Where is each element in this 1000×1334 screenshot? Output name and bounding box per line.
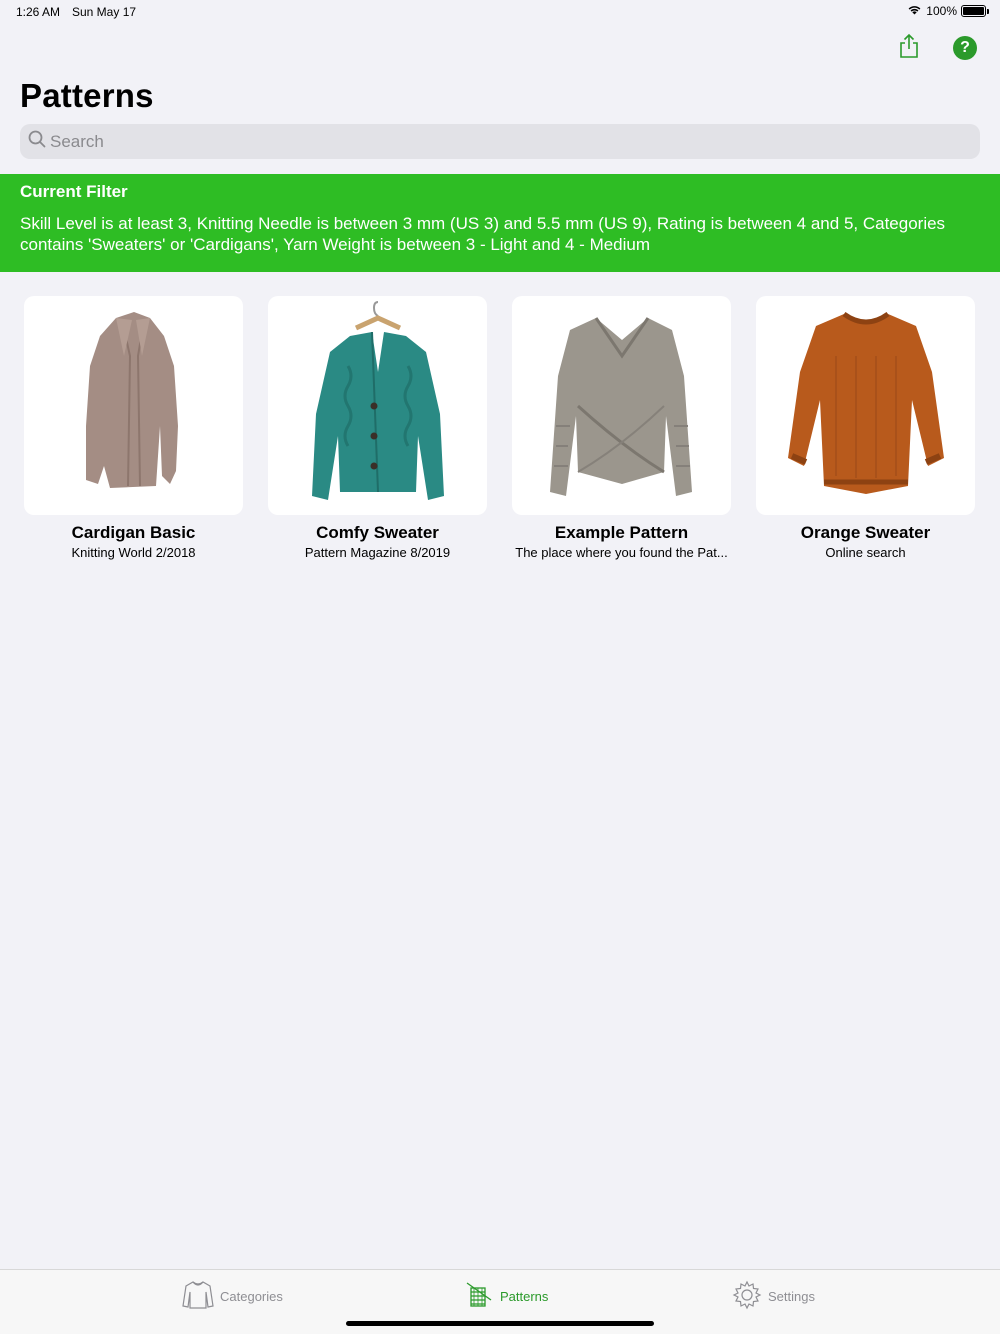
pattern-card[interactable]: Comfy Sweater Pattern Magazine 8/2019 — [268, 296, 487, 560]
battery-percent: 100% — [926, 4, 957, 18]
battery-icon — [961, 5, 989, 17]
search-input[interactable] — [50, 131, 950, 152]
pattern-image-wrap-sweater — [512, 296, 731, 515]
status-right: 100% — [907, 4, 989, 18]
pattern-image-orange-sweater — [756, 296, 975, 515]
filter-title: Current Filter — [20, 182, 128, 201]
home-indicator — [346, 1321, 654, 1326]
search-bar[interactable] — [20, 124, 980, 159]
pattern-subtitle: Knitting World 2/2018 — [71, 545, 196, 560]
pattern-title: Cardigan Basic — [71, 523, 196, 542]
search-icon — [28, 130, 46, 153]
status-bar: 1:26 AM Sun May 17 100% — [0, 0, 1000, 24]
patterns-grid: Cardigan Basic Knitting World 2/2018 Com… — [24, 296, 975, 560]
filter-banner[interactable]: Current Filter Skill Level is at least 3… — [0, 174, 1000, 272]
help-button[interactable]: ? — [952, 34, 978, 62]
pattern-card[interactable]: Cardigan Basic Knitting World 2/2018 — [24, 296, 243, 560]
share-button[interactable] — [896, 33, 922, 64]
wifi-icon — [907, 4, 922, 18]
sweater-icon — [182, 1280, 214, 1313]
help-label: ? — [960, 39, 970, 56]
pattern-card[interactable]: Orange Sweater Online search — [756, 296, 975, 560]
pattern-card[interactable]: Example Pattern The place where you foun… — [512, 296, 731, 560]
pattern-subtitle: The place where you found the Pat... — [515, 545, 728, 560]
tab-patterns[interactable]: Patterns — [464, 1280, 548, 1313]
tab-settings[interactable]: Settings — [732, 1280, 815, 1313]
pattern-title: Example Pattern — [554, 523, 689, 542]
gear-icon — [732, 1280, 762, 1313]
status-date: Sun May 17 — [72, 5, 137, 19]
tab-label: Patterns — [500, 1289, 549, 1304]
status-time: 1:26 AM — [16, 5, 61, 19]
pattern-image-teal-cardigan — [268, 296, 487, 515]
wrap-sweater-shape — [550, 317, 692, 496]
tab-label: Categories — [220, 1289, 283, 1304]
battery-fill — [963, 7, 984, 15]
long-cardigan-shape — [86, 312, 178, 488]
pattern-title: Orange Sweater — [800, 523, 931, 542]
page-title: Patterns — [20, 77, 154, 114]
orange-sweater-shape — [788, 311, 944, 494]
help-icon: ? — [953, 36, 977, 60]
tab-categories[interactable]: Categories — [182, 1280, 283, 1313]
knitting-icon — [464, 1280, 494, 1313]
pattern-subtitle: Pattern Magazine 8/2019 — [304, 545, 451, 560]
pattern-subtitle: Online search — [825, 545, 906, 560]
filter-description: Skill Level is at least 3, Knitting Need… — [20, 214, 946, 254]
pattern-title: Comfy Sweater — [316, 523, 439, 542]
tab-label: Settings — [768, 1289, 815, 1304]
teal-cardigan-shape — [312, 301, 444, 500]
nav-actions: ? — [896, 33, 978, 64]
share-icon — [898, 33, 920, 64]
pattern-image-long-cardigan — [24, 296, 243, 515]
